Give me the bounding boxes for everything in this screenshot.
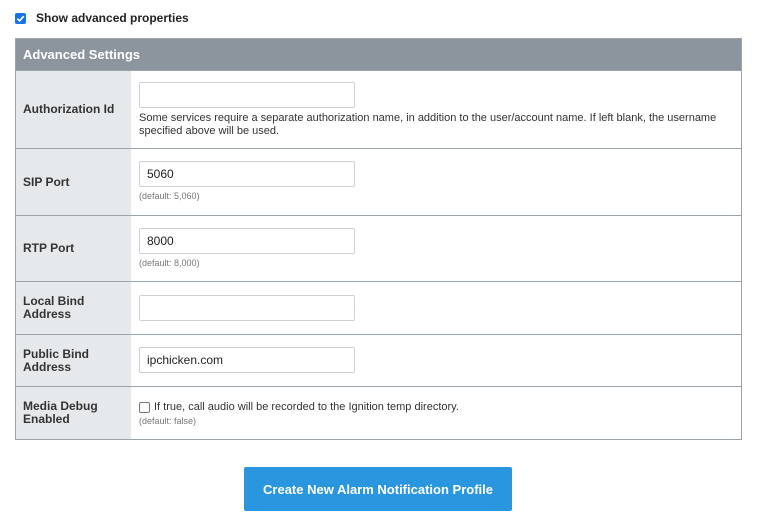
media-debug-label: Media Debug Enabled (16, 387, 131, 439)
sip-port-input[interactable]: 5060 (139, 161, 355, 187)
rtp-port-row: RTP Port 8000 (default: 8,000) (16, 215, 741, 281)
authorization-id-label: Authorization Id (16, 71, 131, 148)
advanced-settings-panel: Advanced Settings Authorization Id Some … (15, 38, 742, 440)
public-bind-address-input[interactable]: ipchicken.com (139, 347, 355, 373)
public-bind-address-row: Public Bind Address ipchicken.com (16, 334, 741, 386)
checkmark-icon (16, 15, 25, 22)
show-advanced-label: Show advanced properties (36, 11, 189, 25)
public-bind-address-label: Public Bind Address (16, 335, 131, 386)
show-advanced-toggle[interactable]: Show advanced properties (15, 11, 189, 25)
sip-port-label: SIP Port (16, 149, 131, 215)
sip-port-row: SIP Port 5060 (default: 5,060) (16, 148, 741, 215)
rtp-port-default-hint: (default: 8,000) (139, 258, 200, 268)
local-bind-address-label: Local Bind Address (16, 282, 131, 334)
local-bind-address-row: Local Bind Address (16, 281, 741, 334)
authorization-id-description: Some services require a separate authori… (139, 112, 717, 137)
show-advanced-checkbox[interactable] (15, 12, 26, 24)
rtp-port-input[interactable]: 8000 (139, 228, 355, 254)
media-debug-row: Media Debug Enabled If true, call audio … (16, 386, 741, 439)
advanced-settings-title: Advanced Settings (16, 39, 741, 70)
media-debug-checkbox[interactable] (139, 401, 150, 413)
rtp-port-label: RTP Port (16, 216, 131, 281)
media-debug-default-hint: (default: false) (139, 416, 197, 426)
media-debug-checkbox-label: If true, call audio will be recorded to … (154, 401, 459, 413)
create-alarm-notification-profile-button[interactable]: Create New Alarm Notification Profile (244, 467, 512, 511)
authorization-id-row: Authorization Id Some services require a… (16, 70, 741, 148)
media-debug-toggle[interactable]: If true, call audio will be recorded to … (139, 401, 741, 413)
authorization-id-input[interactable] (139, 82, 355, 108)
sip-port-default-hint: (default: 5,060) (139, 191, 200, 201)
local-bind-address-input[interactable] (139, 295, 355, 321)
